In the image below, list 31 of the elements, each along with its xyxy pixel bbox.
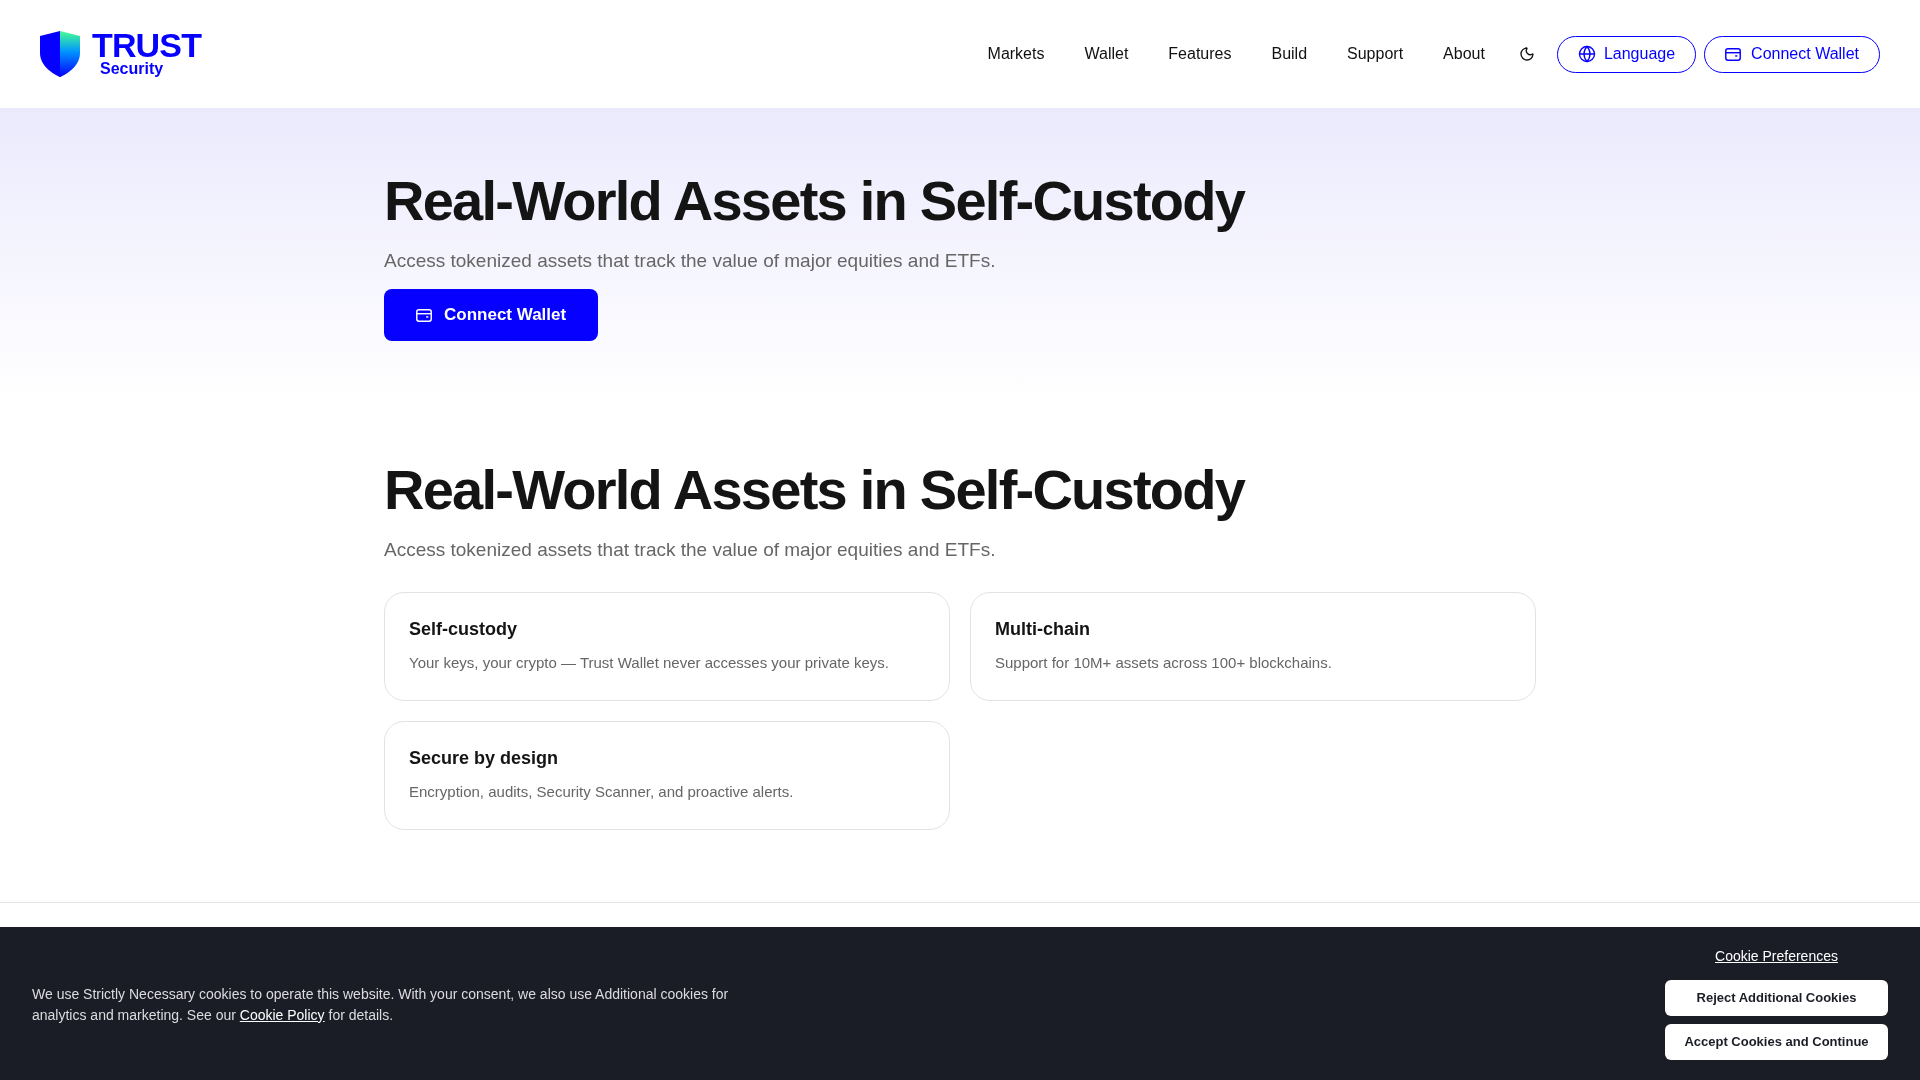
connect-wallet-button[interactable]: Connect Wallet	[384, 289, 599, 341]
hero-subtitle: Access tokenized assets that track the value of major equities and ETFs.	[384, 249, 997, 273]
section-title: Real-World Assets in Self-Custody	[384, 457, 1247, 523]
nav-link[interactable]: About	[1443, 42, 1485, 66]
card-title: Self-custody	[409, 618, 519, 641]
section-subtitle: Access tokenized assets that track the value of major equities and ETFs.	[384, 538, 997, 562]
language-button[interactable]: Language	[1556, 35, 1697, 73]
nav-link[interactable]: Support	[1347, 42, 1404, 66]
nav-link[interactable]: Features	[1168, 42, 1232, 66]
wallet-icon	[416, 308, 432, 322]
cookie-button[interactable]: Accept Cookies and Continue	[1665, 1023, 1888, 1060]
logo-wordmark: TRUST	[92, 30, 202, 60]
hero-title: Real-World Assets in Self-Custody	[384, 168, 1247, 234]
card-description: Support for 10M+ assets across 100+ blockchains.	[995, 653, 1333, 673]
nav-link[interactable]: Markets	[987, 42, 1045, 66]
moon-icon	[1518, 46, 1535, 62]
logo-tagline: Security	[99, 60, 165, 78]
shield-logo-icon	[40, 31, 80, 77]
cookie-preferences-link[interactable]: Cookie Preferences	[1715, 945, 1838, 967]
nav-link[interactable]: Wallet	[1084, 42, 1129, 66]
card-description: Your keys, your crypto — Trust Wallet never accesses your private keys.	[409, 653, 890, 673]
card-title: Secure by design	[409, 747, 560, 770]
card-description: Encryption, audits, Security Scanner, and proactive alerts.	[409, 782, 795, 802]
connect-wallet-button[interactable]: Connect Wallet	[1704, 35, 1880, 73]
wallet-icon	[1725, 47, 1742, 61]
globe-icon	[1577, 45, 1596, 63]
card-title: Multi-chain	[995, 618, 1091, 641]
cookie-policy-link[interactable]: Cookie Policy	[239, 1006, 325, 1023]
cookie-message: We use Strictly Necessary cookies to operate this website. With your consent, we also use Additional cookies for analytics and marketing. See our Cookie Policy for details.	[32, 984, 730, 1025]
nav-link[interactable]: Build	[1271, 42, 1308, 66]
cookie-button[interactable]: Reject Additional Cookies	[1665, 979, 1888, 1016]
